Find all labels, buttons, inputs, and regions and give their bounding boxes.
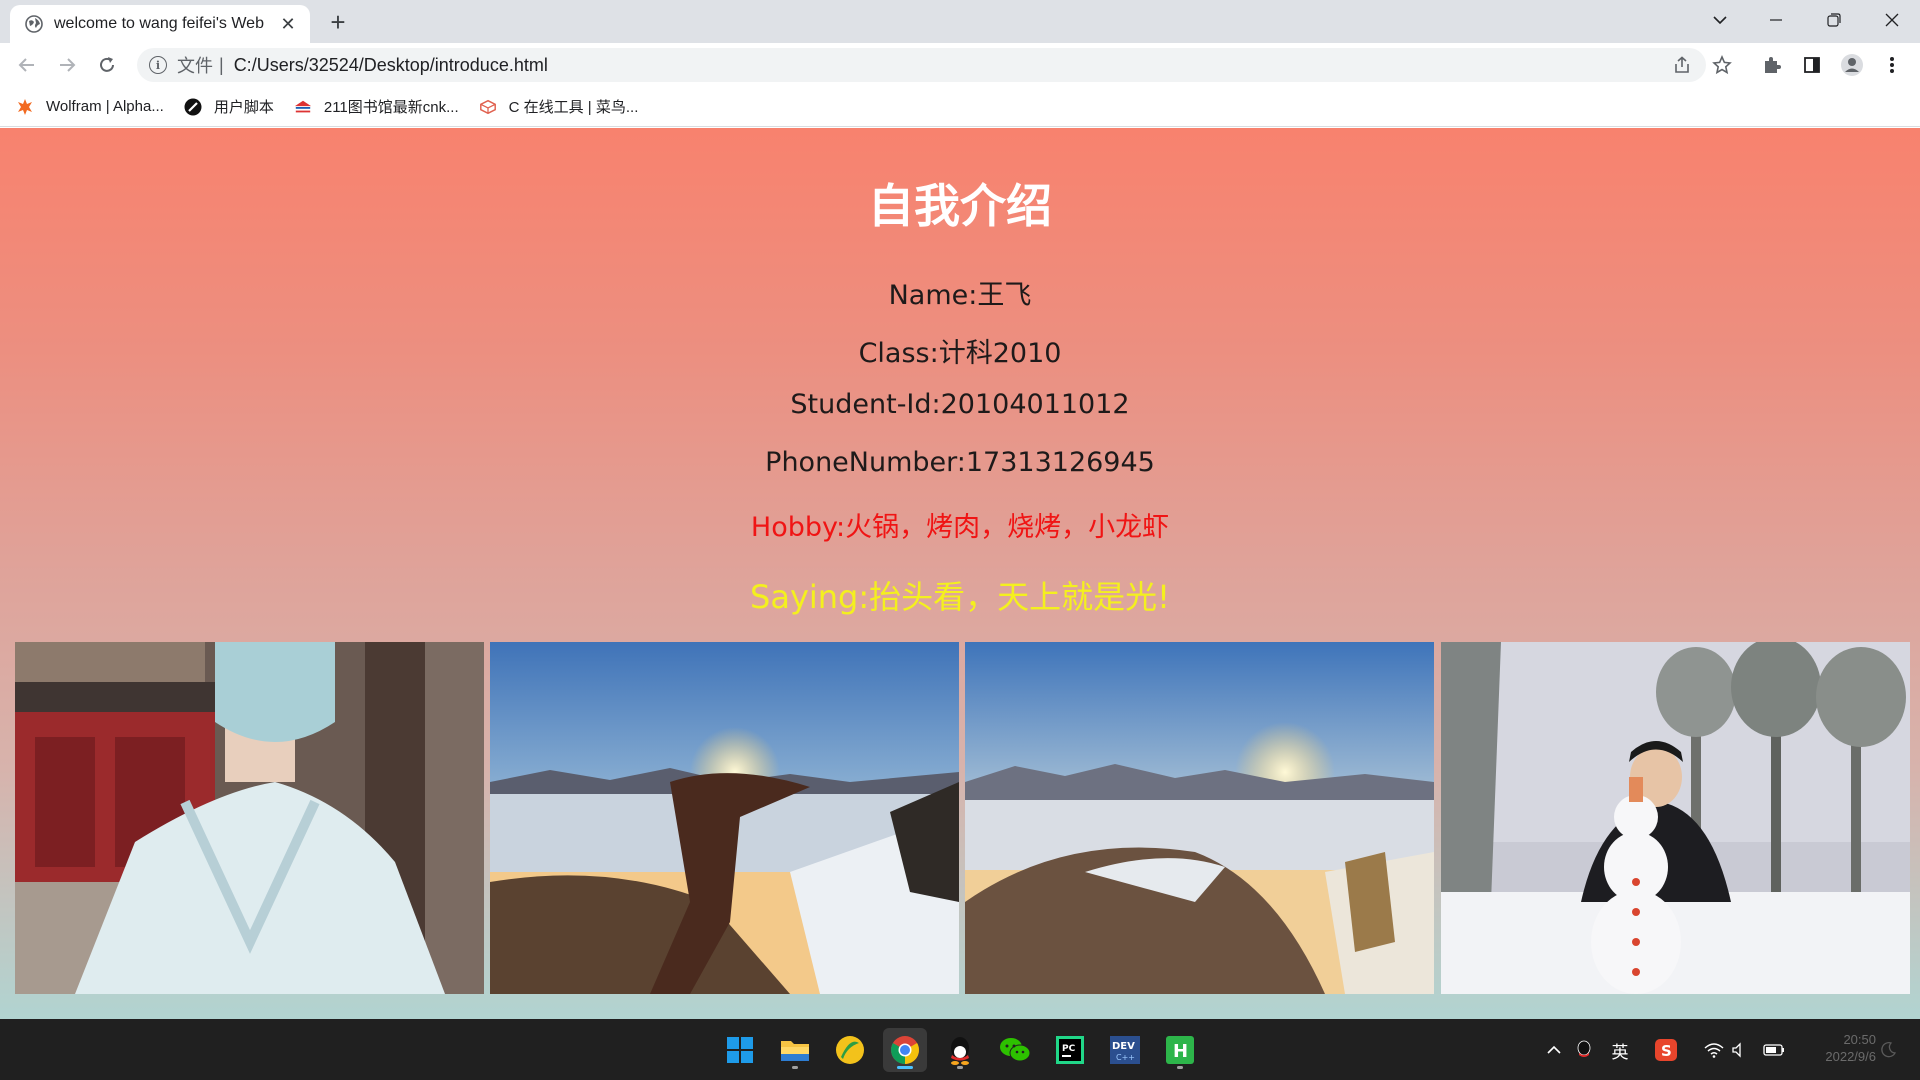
- share-icon[interactable]: [1666, 49, 1698, 81]
- scheme-separator: |: [219, 54, 224, 75]
- bookmark-library[interactable]: 211图书馆最新cnk...: [294, 96, 459, 117]
- name-line: Name:王飞: [888, 280, 1032, 311]
- system-clock[interactable]: 20:50 2022/9/6: [1800, 1031, 1876, 1065]
- close-tab-icon[interactable]: ✕: [278, 14, 298, 34]
- svg-text:C++: C++: [1116, 1053, 1135, 1062]
- tab-search-icon[interactable]: [1692, 0, 1748, 40]
- file-explorer-icon[interactable]: [773, 1028, 817, 1072]
- bookmark-star-icon[interactable]: [1706, 49, 1738, 81]
- taskbar: PC DEV C++ H 英 S 20:50 2022/9/6: [0, 1019, 1920, 1080]
- snowman-photo: [1441, 642, 1910, 994]
- running-indicator: [792, 1066, 798, 1069]
- tab-strip: welcome to wang feifei's Web ✕ +: [0, 0, 1920, 43]
- class-line: Class:计科2010: [858, 338, 1062, 369]
- runoob-icon: [479, 98, 497, 116]
- sunrise-hand-photo: [490, 642, 959, 994]
- bookmark-label: C 在线工具 | 菜鸟...: [508, 99, 639, 116]
- bookmark-userscript[interactable]: 用户脚本: [184, 96, 274, 117]
- address-bar[interactable]: i 文件 | C:/Users/32524/Desktop/introduce.…: [137, 48, 1706, 82]
- svg-text:DEV: DEV: [1112, 1041, 1135, 1052]
- tab-title: welcome to wang feifei's Web: [54, 15, 264, 32]
- ime-indicator[interactable]: 英: [1606, 1036, 1634, 1064]
- volume-icon[interactable]: [1726, 1036, 1754, 1064]
- bookmark-label: 用户脚本: [213, 99, 274, 116]
- saying-line: Saying:抬头看，天上就是光!: [750, 578, 1170, 616]
- running-indicator: [897, 1066, 913, 1069]
- start-icon[interactable]: [718, 1028, 762, 1072]
- url-text[interactable]: C:/Users/32524/Desktop/introduce.html: [234, 55, 548, 76]
- scheme-label: 文件: [177, 56, 213, 76]
- site-info-icon[interactable]: i: [149, 56, 167, 74]
- clock-date: 2022/9/6: [1825, 1049, 1876, 1064]
- userscript-icon: [184, 98, 202, 116]
- new-tab-button[interactable]: +: [324, 8, 352, 36]
- running-indicator: [957, 1066, 963, 1069]
- devcpp-icon[interactable]: DEV C++: [1103, 1028, 1147, 1072]
- chrome-icon[interactable]: [883, 1028, 927, 1072]
- back-button[interactable]: [11, 49, 43, 81]
- running-indicator: [1177, 1066, 1183, 1069]
- qq-icon[interactable]: [938, 1028, 982, 1072]
- wolfram-icon: [16, 98, 34, 116]
- notification-icon[interactable]: [1874, 1036, 1902, 1064]
- phone-line: PhoneNumber:17313126945: [765, 447, 1155, 478]
- menu-kebab-icon[interactable]: [1876, 49, 1908, 81]
- bookmarks-bar: Wolfram | Alpha... 用户脚本 211图书馆最新cnk... C…: [0, 87, 1920, 127]
- pycharm-icon[interactable]: PC: [1048, 1028, 1092, 1072]
- forward-button[interactable]: [51, 49, 83, 81]
- restore-button[interactable]: [1806, 0, 1862, 40]
- bookmark-label: Wolfram | Alpha...: [46, 98, 164, 115]
- hobby-line: Hobby:火锅，烤肉，烧烤，小龙虾: [750, 512, 1170, 543]
- student-id-line: Student-Id:20104011012: [790, 389, 1130, 420]
- extensions-icon[interactable]: [1756, 49, 1788, 81]
- profile-avatar-icon[interactable]: [1836, 49, 1868, 81]
- sunrise-sea-of-clouds-photo: [965, 642, 1434, 994]
- wechat-icon[interactable]: [993, 1028, 1037, 1072]
- svg-text:H: H: [1173, 1041, 1188, 1062]
- sogou-icon[interactable]: S: [1652, 1036, 1680, 1064]
- battery-icon[interactable]: [1760, 1036, 1788, 1064]
- library-icon: [294, 98, 312, 116]
- side-panel-icon[interactable]: [1796, 49, 1828, 81]
- bookmark-wolfram[interactable]: Wolfram | Alpha...: [16, 98, 164, 116]
- page-title: 自我介绍: [868, 179, 1052, 233]
- clock-time: 20:50: [1843, 1032, 1876, 1047]
- qq-tray-icon[interactable]: [1570, 1036, 1598, 1064]
- temple-selfie-photo: [15, 642, 484, 994]
- hbuilder-icon[interactable]: H: [1158, 1028, 1202, 1072]
- page-content: 自我介绍 Name:王飞 Class:计科2010 Student-Id:201…: [0, 128, 1920, 1019]
- bookmark-label: 211图书馆最新cnk...: [323, 99, 459, 116]
- svg-text:S: S: [1661, 1042, 1672, 1060]
- chevron-up-icon[interactable]: [1540, 1036, 1568, 1064]
- browser-toolbar: i 文件 | C:/Users/32524/Desktop/introduce.…: [0, 43, 1920, 87]
- svg-text:PC: PC: [1062, 1044, 1076, 1054]
- reload-button[interactable]: [91, 49, 123, 81]
- app-icon[interactable]: [828, 1028, 872, 1072]
- bookmark-runoob[interactable]: C 在线工具 | 菜鸟...: [479, 96, 639, 117]
- wifi-icon[interactable]: [1700, 1036, 1728, 1064]
- close-window-button[interactable]: [1864, 0, 1920, 40]
- minimize-button[interactable]: [1748, 0, 1804, 40]
- globe-icon: [24, 14, 44, 34]
- browser-tab[interactable]: welcome to wang feifei's Web ✕: [10, 5, 310, 43]
